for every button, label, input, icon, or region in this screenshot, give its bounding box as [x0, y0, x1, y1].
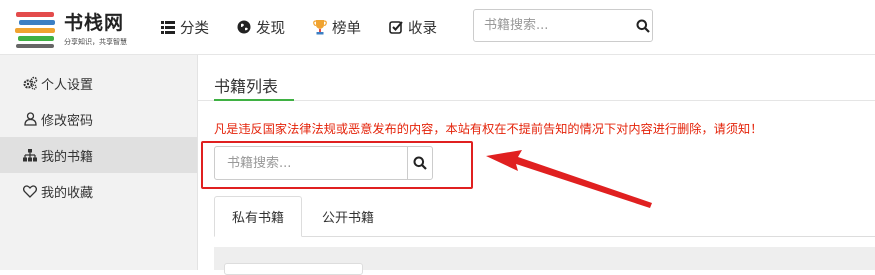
logo-title: 书栈网 [64, 12, 125, 34]
nav-item-label: 分类 [180, 20, 209, 37]
annotation-arrow-icon [486, 150, 652, 208]
search-icon [636, 19, 650, 33]
site-logo[interactable]: 书栈网 分享知识，共享智慧 [14, 6, 139, 50]
sidebar-item-favorites[interactable]: 我的收藏 [0, 173, 197, 209]
annotation-highlight-box [201, 141, 473, 189]
sidebar-item-settings[interactable]: 个人设置 [0, 65, 197, 101]
header-search-box [473, 9, 653, 42]
sitemap-icon [22, 147, 38, 163]
nav-item-collect[interactable]: 收录 [388, 17, 437, 38]
top-header: 书栈网 分享知识，共享智慧 分类 发现 榜单 收录 [0, 0, 875, 55]
nav-item-label: 发现 [256, 20, 285, 37]
page-title: 书籍列表 [214, 77, 279, 96]
nav-item-discover[interactable]: 发现 [236, 17, 285, 38]
main-nav: 分类 发现 榜单 收录 [160, 0, 464, 54]
list-icon [160, 19, 176, 35]
nav-item-ranking[interactable]: 榜单 [312, 17, 361, 38]
sidebar-item-password[interactable]: 修改密码 [0, 101, 197, 137]
legal-warning-text: 凡是违反国家法律法规或恶意发布的内容，本站有权在不提前告知的情况下对内容进行删除… [214, 122, 763, 136]
sidebar: 个人设置 修改密码 我的书籍 我的收藏 [0, 55, 198, 270]
title-accent-underline [214, 99, 294, 101]
cogs-icon [22, 75, 38, 91]
sidebar-item-label: 修改密码 [41, 113, 94, 129]
check-square-icon [388, 19, 404, 35]
header-search-button[interactable] [634, 10, 652, 41]
trophy-icon [312, 19, 328, 35]
nav-item-label: 榜单 [332, 20, 361, 37]
nav-item-label: 收录 [408, 20, 437, 37]
nav-item-category[interactable]: 分类 [160, 17, 209, 38]
globe-icon [236, 19, 252, 35]
header-search-input[interactable] [474, 10, 634, 41]
tab-public-books[interactable]: 公开书籍 [306, 196, 390, 237]
sidebar-item-my-books[interactable]: 我的书籍 [0, 137, 197, 173]
sidebar-item-label: 个人设置 [41, 77, 94, 93]
user-icon [22, 111, 38, 127]
books-logo-icon [15, 12, 55, 48]
sidebar-item-label: 我的收藏 [41, 185, 94, 201]
tab-private-books[interactable]: 私有书籍 [214, 196, 302, 237]
title-divider [197, 100, 875, 101]
heart-icon [22, 183, 38, 199]
book-card[interactable] [224, 263, 363, 275]
logo-slogan: 分享知识，共享智慧 [64, 38, 127, 46]
sidebar-item-label: 我的书籍 [41, 149, 94, 165]
